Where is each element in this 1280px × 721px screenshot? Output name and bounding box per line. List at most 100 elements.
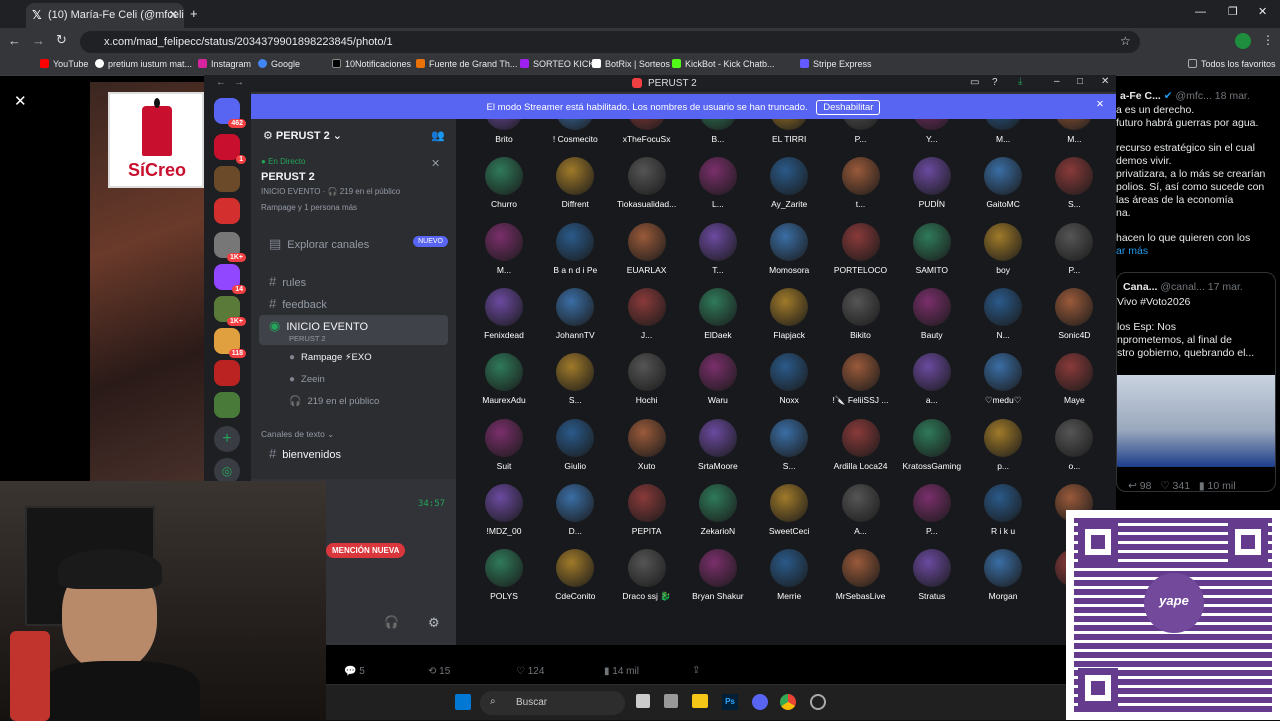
audience-member[interactable]: P... (1039, 222, 1109, 275)
close-tab-icon[interactable]: ✕ (169, 8, 178, 21)
bookmark-instagram[interactable]: Instagram (198, 59, 251, 69)
audience-member[interactable]: o... (1039, 418, 1109, 471)
audience-member[interactable]: Flapjack (754, 287, 824, 340)
audience-member[interactable]: S... (754, 418, 824, 471)
bookmark-grand-theft[interactable]: Fuente de Grand Th... (416, 59, 517, 69)
audience-member[interactable]: M... (469, 222, 539, 275)
text-category[interactable]: Canales de texto ⌄ (261, 429, 334, 440)
add-server-icon[interactable]: + (214, 426, 240, 452)
audience-member[interactable]: Fenixdead (469, 287, 539, 340)
stage-channel[interactable]: ◉ INICIO EVENTO PERUST 2 (259, 315, 448, 345)
file-explorer-icon[interactable] (692, 694, 708, 708)
windows-start-icon[interactable] (455, 694, 471, 710)
share-icon[interactable]: ⇪ (692, 665, 700, 676)
maximize-discord-icon[interactable]: □ (1077, 76, 1083, 87)
close-window-icon[interactable]: ✕ (1258, 5, 1267, 18)
taskbar-app-icon-2[interactable] (810, 694, 826, 710)
audience-member[interactable]: SrtaMoore (683, 418, 753, 471)
audience-member[interactable]: ♡medu♡ (968, 353, 1038, 406)
audience-member[interactable]: Noxx (754, 353, 824, 405)
mention-badge[interactable]: MENCIÓN NUEVA (326, 543, 406, 558)
inbox-icon[interactable]: ▭ (970, 77, 979, 88)
audience-member[interactable]: PUDÍN (897, 157, 967, 209)
audience-member[interactable]: J... (612, 287, 682, 340)
bookmark-notificaciones[interactable]: 10Notificaciones (332, 59, 411, 69)
server-2[interactable] (214, 166, 240, 192)
explore-channels[interactable]: ▤ Explorar canales NUEVO (259, 233, 448, 253)
audience-member[interactable]: L... (683, 157, 753, 209)
minimize-discord-icon[interactable]: – (1054, 76, 1060, 87)
forward-icon[interactable]: → (32, 33, 45, 48)
audience-member[interactable]: Sonic4D (1039, 287, 1109, 340)
close-live-icon[interactable]: ✕ (431, 157, 440, 170)
server-header[interactable]: ⚙ PERUST 2 ⌄ (263, 129, 342, 142)
audience-member[interactable]: JohannTV (540, 287, 610, 340)
audience-member[interactable]: D... (540, 483, 610, 536)
reply-button[interactable]: 💬 5 (344, 666, 365, 677)
audience-member[interactable]: EUARLAX (612, 222, 682, 275)
headphones-icon[interactable]: 🎧 (384, 615, 399, 629)
audience-member[interactable]: ElDaek (683, 287, 753, 340)
audience-member[interactable]: Merrie (754, 549, 824, 601)
settings-icon[interactable]: ⚙ (428, 615, 440, 631)
server-8[interactable] (214, 360, 240, 386)
audience-member[interactable]: Bikito (826, 287, 896, 340)
server-7[interactable]: 118 (214, 328, 246, 358)
back-arrow-icon[interactable]: ← (216, 77, 226, 88)
audience-member[interactable]: a... (897, 353, 967, 405)
channel-rules[interactable]: # rules (259, 271, 448, 291)
audience-member[interactable]: Bryan Shakur (683, 549, 753, 601)
new-tab-icon[interactable]: + (190, 6, 198, 21)
audience-member[interactable]: Bauty (897, 287, 967, 340)
audience-member[interactable]: boy (968, 222, 1038, 275)
back-icon[interactable]: ← (8, 33, 21, 48)
audience-member[interactable]: !MDZ_00 (469, 483, 539, 536)
reply-icon[interactable]: ↩ (1128, 480, 1137, 492)
audience-member[interactable]: B... (683, 119, 753, 144)
like-button[interactable]: ♡ 124 (516, 666, 544, 677)
server-9[interactable] (214, 392, 240, 418)
server-yoda[interactable]: 1K+ (214, 296, 246, 326)
audience-member[interactable]: CdeConito (540, 549, 610, 601)
audience-member[interactable]: ZekarioN (683, 483, 753, 536)
server-twitch[interactable]: 14 (214, 264, 246, 294)
audience-member[interactable]: Morgan (968, 549, 1038, 601)
discord-taskbar-icon[interactable] (752, 694, 768, 710)
audience-member[interactable]: P... (897, 483, 967, 536)
download-icon[interactable]: ⤓ (1018, 76, 1022, 87)
audience-member[interactable]: ! Cosmecito (540, 119, 610, 144)
quoted-tweet[interactable]: Cana... @canal... 17 mar. Vivo #Voto2026… (1116, 272, 1276, 492)
audience-member[interactable]: p... (968, 418, 1038, 471)
close-discord-icon[interactable]: ✕ (1101, 76, 1109, 87)
audience-member[interactable]: Giulio (540, 418, 610, 471)
forward-arrow-icon[interactable]: → (234, 77, 244, 88)
maximize-icon[interactable]: ❐ (1228, 5, 1238, 18)
channel-feedback[interactable]: # feedback (259, 293, 448, 313)
retweet-button[interactable]: ⟲ 15 (428, 666, 450, 677)
audience-member[interactable]: Ardilla Loca24 (826, 418, 896, 471)
audience-member[interactable]: Brito (469, 119, 539, 144)
bookmark-google[interactable]: Google (258, 59, 300, 69)
audience-member[interactable]: M... (1039, 119, 1109, 144)
audience-member[interactable]: Hochi (612, 353, 682, 405)
live-title[interactable]: PERUST 2 (261, 171, 315, 183)
audience-member[interactable]: Churro (469, 157, 539, 209)
audience-member[interactable]: SAMITO (897, 222, 967, 275)
audience-member[interactable]: Y... (897, 119, 967, 144)
bookmark-stripe[interactable]: Stripe Express (800, 59, 872, 69)
taskbar-app-icon[interactable] (664, 694, 678, 708)
audience-member[interactable]: EL TIRRI (754, 119, 824, 144)
close-banner-icon[interactable]: ✕ (1096, 99, 1104, 110)
audience-count[interactable]: 🎧 219 en el público (279, 393, 448, 413)
audience-member[interactable]: Maye (1039, 353, 1109, 405)
audience-member[interactable]: Stratus (897, 549, 967, 601)
menu-icon[interactable]: ⋮ (1262, 33, 1274, 47)
audience-member[interactable]: Diffrent (540, 157, 610, 209)
bookmark-pretium[interactable]: pretium iustum mat... (95, 59, 192, 69)
audience-member[interactable]: MrSebasLive (826, 549, 896, 601)
browser-tab[interactable]: 𝕏 (10) María-Fe Celi (@mfceli) / X ✕ (26, 3, 184, 28)
audience-member[interactable]: Tiokasualidad... (612, 157, 682, 209)
audience-member[interactable]: P... (826, 119, 896, 144)
audience-member[interactable]: Momosora (754, 222, 824, 275)
show-more-link[interactable]: ar más (1116, 245, 1280, 258)
